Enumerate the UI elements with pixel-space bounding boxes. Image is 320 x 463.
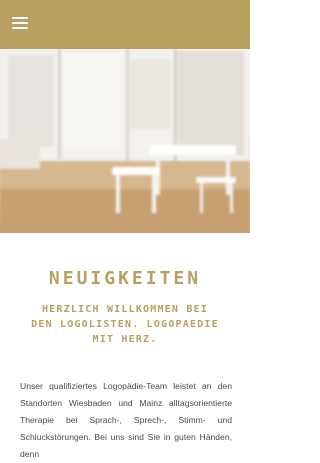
hamburger-menu-icon[interactable] bbox=[12, 17, 28, 30]
top-navigation-bar bbox=[0, 0, 250, 49]
page-title: NEUIGKEITEN bbox=[48, 268, 202, 289]
subheading-line: MIT HERZ. bbox=[92, 334, 158, 345]
welcome-subheading: HERZLICH WILLKOMMEN BEI DEN LOGOLISTEN. … bbox=[10, 302, 240, 347]
intro-paragraph: Unser qualifiziertes Logopädie-Team leis… bbox=[20, 381, 232, 459]
hero-image bbox=[0, 49, 250, 233]
subheading-line: DEN LOGOLISTEN. LOGOPAEDIE bbox=[31, 319, 219, 330]
subheading-line: HERZLICH WILLKOMMEN BEI bbox=[41, 304, 209, 315]
blurred-office-photo bbox=[0, 49, 250, 233]
